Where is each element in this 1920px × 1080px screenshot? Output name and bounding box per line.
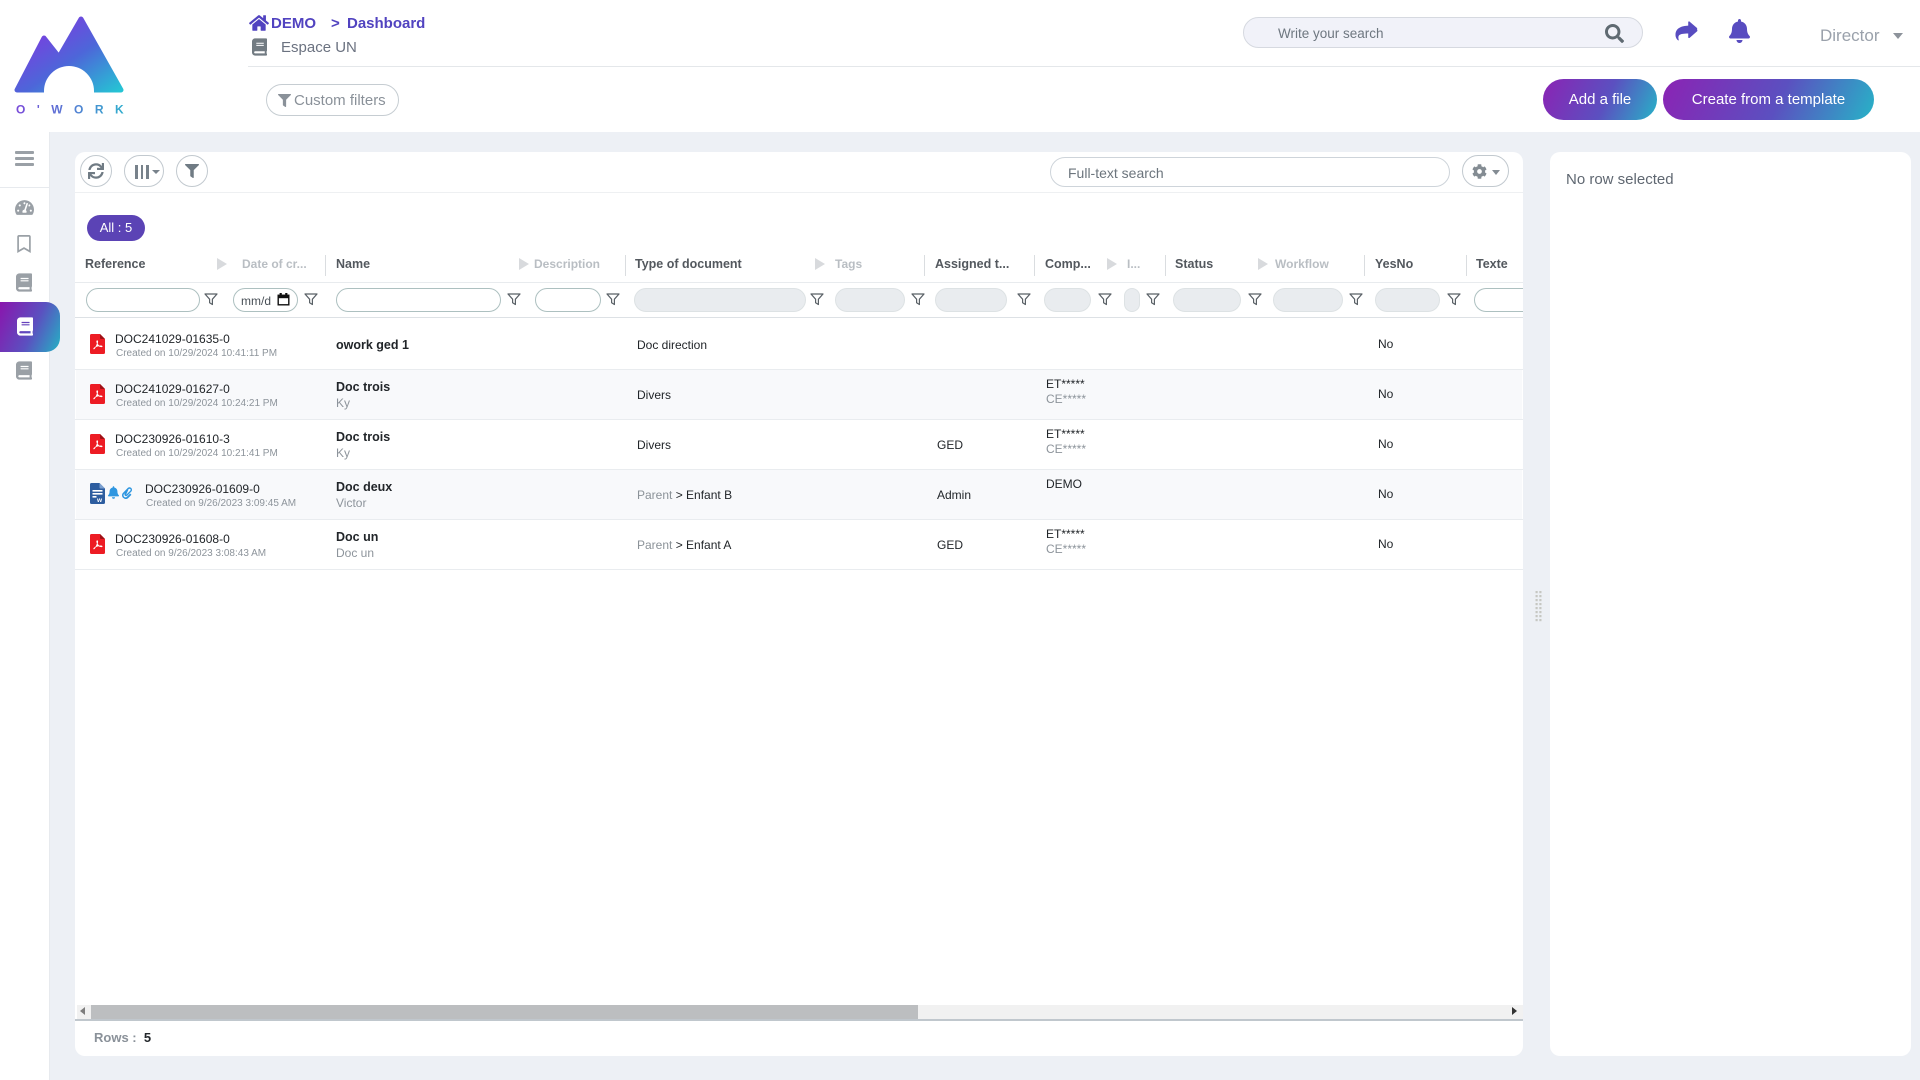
svg-text:O'WORK: O'WORK [16, 103, 126, 117]
svg-text:w: w [96, 497, 103, 504]
